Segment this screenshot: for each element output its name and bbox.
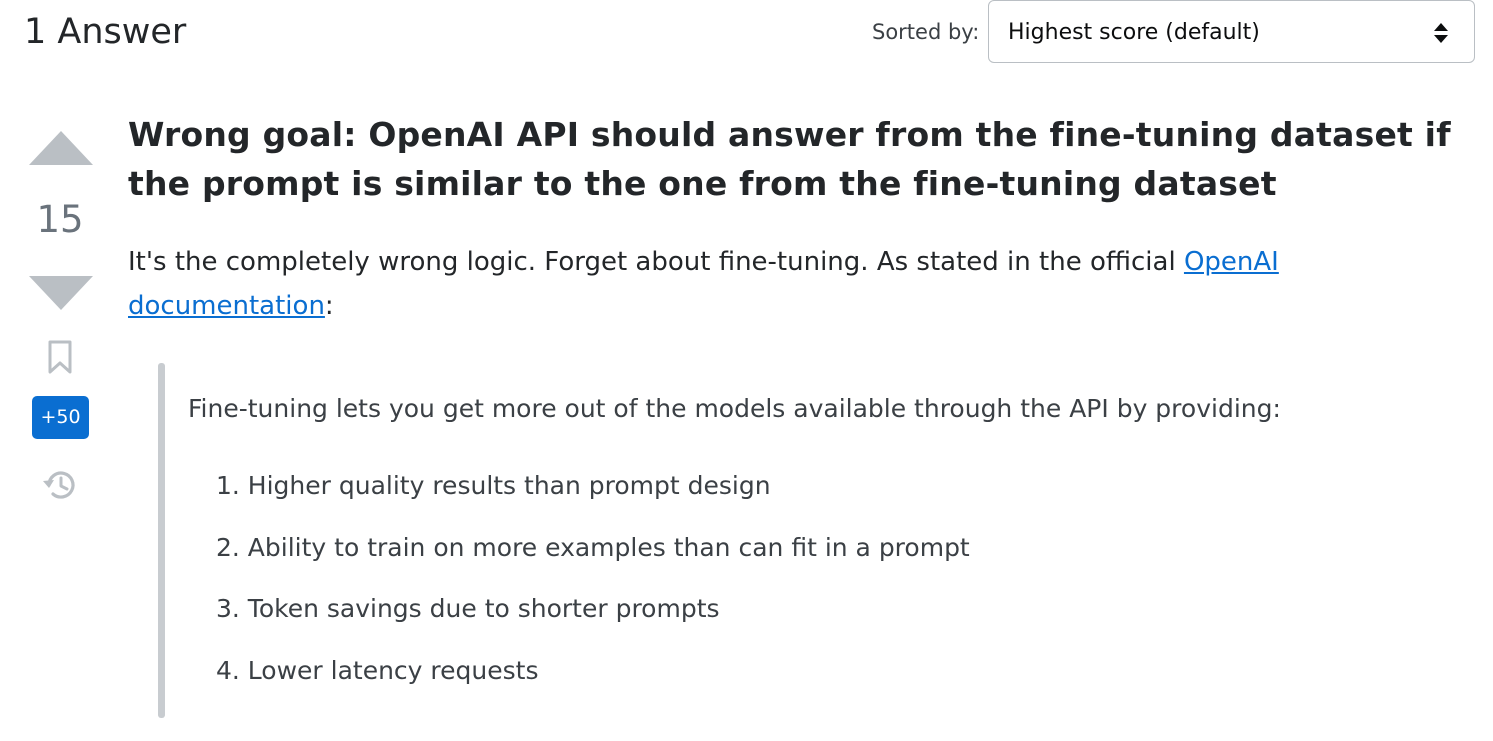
list-item: 4. Lower latency requests [216, 655, 539, 685]
sort-arrows-icon [1434, 23, 1448, 43]
blockquote-text: Fine-tuning lets you get more out of the… [188, 394, 1281, 423]
vote-count: 15 [36, 198, 84, 241]
list-item: 3. Token savings due to shorter prompts [216, 594, 720, 623]
list-item: 1. Higher quality results than prompt de… [216, 471, 771, 500]
sort-select-value: Highest score (default) [1008, 20, 1260, 45]
history-icon[interactable] [40, 466, 80, 504]
blockquote-bar [158, 363, 165, 718]
bounty-badge[interactable]: +50 [32, 396, 89, 439]
intro-colon: : [324, 291, 334, 321]
answers-count-heading: 1 Answer [24, 12, 187, 52]
blockquote-list: 1. Higher quality results than prompt de… [216, 466, 970, 712]
sort-label: Sorted by: [872, 20, 980, 44]
upvote-arrow-icon[interactable] [28, 130, 94, 166]
sort-select[interactable]: Highest score (default) [988, 0, 1475, 63]
list-item: 2. Ability to train on more examples tha… [216, 532, 970, 562]
bookmark-icon[interactable] [46, 339, 74, 375]
documentation-blockquote: Fine-tuning lets you get more out of the… [158, 363, 1458, 718]
intro-text: It's the completely wrong logic. Forget … [128, 247, 1184, 277]
answer-heading: Wrong goal: OpenAI API should answer fro… [128, 115, 1451, 203]
answer-intro-paragraph: It's the completely wrong logic. Forget … [128, 240, 1428, 328]
answers-section: 1 Answer Sorted by: Highest score (defau… [0, 0, 1493, 741]
downvote-arrow-icon[interactable] [28, 275, 94, 311]
